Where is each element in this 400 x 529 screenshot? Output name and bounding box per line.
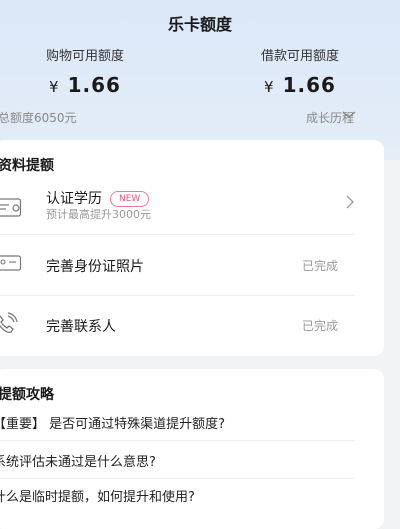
chevron-down-icon[interactable]: [342, 111, 356, 119]
divider: [0, 295, 354, 296]
currency-symbol: ¥: [264, 78, 275, 96]
faq-item[interactable]: 【重要】 是否可通过特殊渠道提升额度?: [0, 413, 225, 432]
list-item-id-photo[interactable]: 完善身份证照片 已完成: [0, 250, 384, 280]
purchase-credit-label: 购物可用额度: [45, 49, 124, 64]
list-item-education[interactable]: 认证学历 NEW 预计最高提升3000元: [0, 186, 384, 230]
phone-contact-icon: [0, 312, 18, 333]
total-credit: 总额度6050元: [0, 111, 77, 125]
status-label: 已完成: [301, 259, 338, 273]
diploma-card-icon: [0, 198, 22, 217]
profile-boost-card: 资料提额 认证学历 NEW 预计最高提升3000元 完善身份证照片 已完成 完善…: [0, 140, 384, 356]
divider: [0, 234, 354, 235]
loan-credit-amount: ¥1.66: [200, 73, 400, 97]
purchase-credit-amount: ¥1.66: [0, 73, 170, 97]
chevron-right-icon: [346, 195, 354, 209]
section-title: 资料提额: [0, 158, 54, 174]
new-badge: NEW: [110, 191, 150, 207]
page-title: 乐卡额度: [167, 15, 232, 34]
loan-credit-label: 借款可用额度: [260, 49, 339, 64]
section-title: 提额攻略: [0, 387, 54, 403]
item-subtitle: 预计最高提升3000元: [46, 208, 151, 221]
list-item-contacts[interactable]: 完善联系人 已完成: [0, 310, 384, 340]
status-label: 已完成: [301, 319, 338, 333]
divider: [0, 440, 354, 441]
currency-symbol: ¥: [49, 78, 60, 96]
divider: [0, 478, 354, 479]
id-card-icon: [0, 255, 22, 271]
credit-header: 乐卡额度 购物可用额度 ¥1.66 借款可用额度 ¥1.66 总额度6050元 …: [0, 0, 400, 160]
amount-value: 1.66: [67, 73, 121, 97]
item-name: 完善身份证照片: [46, 259, 144, 275]
amount-value: 1.66: [282, 73, 336, 97]
faq-item[interactable]: 什么是临时提额，如何提升和使用?: [0, 486, 195, 505]
purchase-credit: 购物可用额度 ¥1.66: [0, 45, 170, 97]
loan-credit: 借款可用额度 ¥1.66: [200, 45, 400, 97]
item-name: 认证学历 NEW: [46, 188, 150, 208]
item-name: 完善联系人: [46, 319, 116, 335]
credit-tips-card: 提额攻略 【重要】 是否可通过特殊渠道提升额度? 系统评估未通过是什么意思? 什…: [0, 369, 384, 529]
item-label: 认证学历: [46, 191, 102, 207]
faq-item[interactable]: 系统评估未通过是什么意思?: [0, 451, 156, 470]
